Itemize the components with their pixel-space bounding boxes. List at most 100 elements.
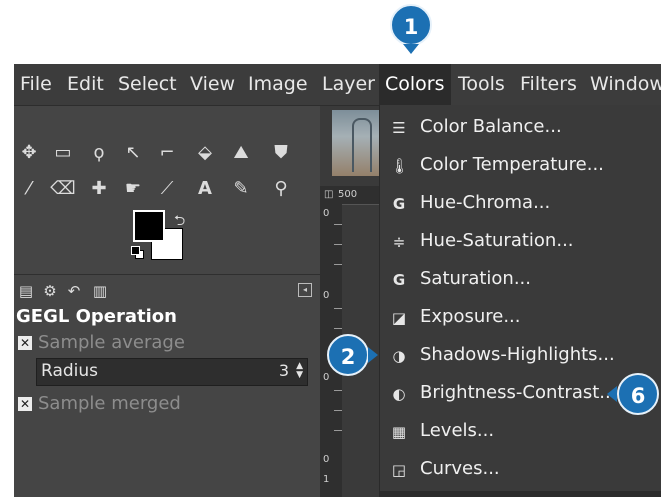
spin-arrows-icon[interactable]: ▲ ▼ <box>296 362 303 380</box>
rect-select-icon[interactable]: ▭ <box>50 140 76 166</box>
sample-average-label: Sample average <box>38 332 185 353</box>
ruler-tick <box>334 410 342 411</box>
foreground-color-swatch[interactable] <box>133 210 165 242</box>
radius-spinner[interactable]: Radius 3 ▲ ▼ <box>36 358 308 386</box>
menu-item-curves[interactable]: ◲ Curves... <box>380 451 661 489</box>
image-thumbnail[interactable] <box>332 110 386 176</box>
tool-options-icon[interactable]: ▤ <box>16 281 36 301</box>
radius-value[interactable]: 3 <box>279 361 289 380</box>
text-icon[interactable]: A <box>192 176 218 202</box>
menu-item-hue-saturation[interactable]: ≑ Hue-Saturation... <box>380 223 661 261</box>
brightness-contrast-icon: ◐ <box>392 385 406 403</box>
ruler-mark: 0 <box>323 454 330 465</box>
zoom-icon[interactable]: ⚲ <box>268 176 294 202</box>
ruler-mark: 1 <box>323 474 330 485</box>
menu-separator <box>380 491 661 497</box>
ruler-corner-icon[interactable]: ◫ <box>324 189 333 200</box>
tower-shape <box>352 118 372 172</box>
menu-item-shadows-highlights[interactable]: ◑ Shadows-Highlights... <box>380 337 661 375</box>
hue-saturation-icon: ≑ <box>392 233 406 251</box>
ruler-mark: 0 <box>323 208 330 219</box>
ruler-tick <box>334 390 342 391</box>
menu-edit[interactable]: Edit <box>67 64 104 105</box>
menu-item-label: Saturation... <box>420 268 531 289</box>
menu-item-saturation[interactable]: G Saturation... <box>380 261 661 299</box>
fuzzy-select-icon[interactable]: ↖ <box>120 140 146 166</box>
sample-merged-label: Sample merged <box>38 393 181 414</box>
menu-item-label: Brightness-Contrast... <box>420 382 617 403</box>
eraser-icon[interactable]: ⌫ <box>50 176 76 202</box>
menu-item-label: Exposure... <box>420 306 521 327</box>
ruler-mark: 0 <box>323 290 330 301</box>
menu-select[interactable]: Select <box>118 64 177 105</box>
hue-chroma-icon: G <box>392 195 406 213</box>
device-status-icon[interactable]: ⚙ <box>40 281 60 301</box>
transform-icon[interactable]: ⬙ <box>192 140 218 166</box>
menu-item-label: Shadows-Highlights... <box>420 344 615 365</box>
images-icon[interactable]: ▥ <box>90 281 110 301</box>
menu-item-exposure[interactable]: ◪ Exposure... <box>380 299 661 337</box>
menu-item-hue-chroma[interactable]: G Hue-Chroma... <box>380 185 661 223</box>
menu-item-levels[interactable]: ▦ Levels... <box>380 413 661 451</box>
menu-windows[interactable]: Windows <box>590 64 661 105</box>
undo-history-icon[interactable]: ↶ <box>64 281 84 301</box>
radius-label: Radius <box>41 361 99 381</box>
warp-icon[interactable]: ⛰ <box>228 140 254 166</box>
menu-item-label: Hue-Chroma... <box>420 192 551 213</box>
menu-tools[interactable]: Tools <box>458 64 505 105</box>
color-balance-icon: ☰ <box>392 119 406 137</box>
heal-icon[interactable]: ✚ <box>86 176 112 202</box>
callout-badge: 2 <box>327 334 369 376</box>
swap-colors-icon[interactable]: ⮌ <box>174 210 185 234</box>
menu-filters[interactable]: Filters <box>520 64 577 105</box>
callout-pointer <box>368 347 378 363</box>
ruler-tick <box>334 430 342 431</box>
bucket-fill-icon[interactable]: ⛊ <box>268 140 294 166</box>
sample-merged-option[interactable]: ✕ Sample merged <box>18 393 181 414</box>
ruler-tick <box>334 308 342 309</box>
exposure-icon: ◪ <box>391 309 407 327</box>
dock-tabs: ▤ ⚙ ↶ ▥ ◂ <box>14 274 320 305</box>
ruler-tick <box>334 224 342 225</box>
menu-item-label: Hue-Saturation... <box>420 230 574 251</box>
callout-pointer <box>607 386 617 402</box>
menu-layer[interactable]: Layer <box>322 64 375 105</box>
sample-average-option[interactable]: ✕ Sample average <box>18 332 185 353</box>
callout-pointer <box>403 44 419 54</box>
panel-title: GEGL Operation <box>16 306 177 327</box>
checkbox-icon[interactable]: ✕ <box>18 397 32 411</box>
menu-item-label: Color Temperature... <box>420 154 604 175</box>
default-colors-icon[interactable] <box>131 246 144 259</box>
menu-view[interactable]: View <box>190 64 235 105</box>
callout-badge: 6 <box>617 373 659 415</box>
smudge-icon[interactable]: ☛ <box>120 176 146 202</box>
menu-colors[interactable]: Colors <box>379 64 451 105</box>
crop-icon[interactable]: ⌐ <box>154 140 180 166</box>
saturation-icon: G <box>392 271 406 289</box>
menu-item-color-temperature[interactable]: 🌡 Color Temperature... <box>380 147 661 185</box>
ruler-tick <box>334 328 342 329</box>
move-icon[interactable]: ✥ <box>16 140 42 166</box>
free-select-icon[interactable]: ϙ <box>86 140 112 166</box>
panel-menu-icon[interactable]: ◂ <box>298 283 312 297</box>
color-picker-icon[interactable]: ✎ <box>228 176 254 202</box>
menu-item-label: Levels... <box>420 420 495 441</box>
colors-menu-dropdown: ☰ Color Balance... 🌡 Color Temperature..… <box>379 105 661 497</box>
ruler-label: 500 <box>338 189 358 200</box>
paintbrush-icon[interactable]: ⁄ <box>16 176 42 202</box>
color-temperature-icon: 🌡 <box>390 157 410 175</box>
shadows-highlights-icon: ◑ <box>392 347 406 365</box>
curves-icon: ◲ <box>391 461 407 479</box>
ruler-tick <box>334 244 342 245</box>
callout-badge: 1 <box>390 4 432 46</box>
toolbox: ✥ ▭ ϙ ↖ ⌐ ⬙ ⛰ ⛊ ⁄ ⌫ ✚ ☛ ⟋ A ✎ ⚲ ⮌ ▤ ⚙ ↶ … <box>14 106 320 497</box>
ruler-tick <box>334 264 342 265</box>
menu-bar: File Edit Select View Image Layer Colors… <box>14 64 661 106</box>
ruler-mark: 0 <box>323 372 330 383</box>
menu-image[interactable]: Image <box>248 64 308 105</box>
menu-item-color-balance[interactable]: ☰ Color Balance... <box>380 109 661 147</box>
checkbox-icon[interactable]: ✕ <box>18 336 32 350</box>
menu-file[interactable]: File <box>20 64 52 105</box>
menu-item-label: Color Balance... <box>420 116 562 137</box>
paths-icon[interactable]: ⟋ <box>154 176 180 202</box>
